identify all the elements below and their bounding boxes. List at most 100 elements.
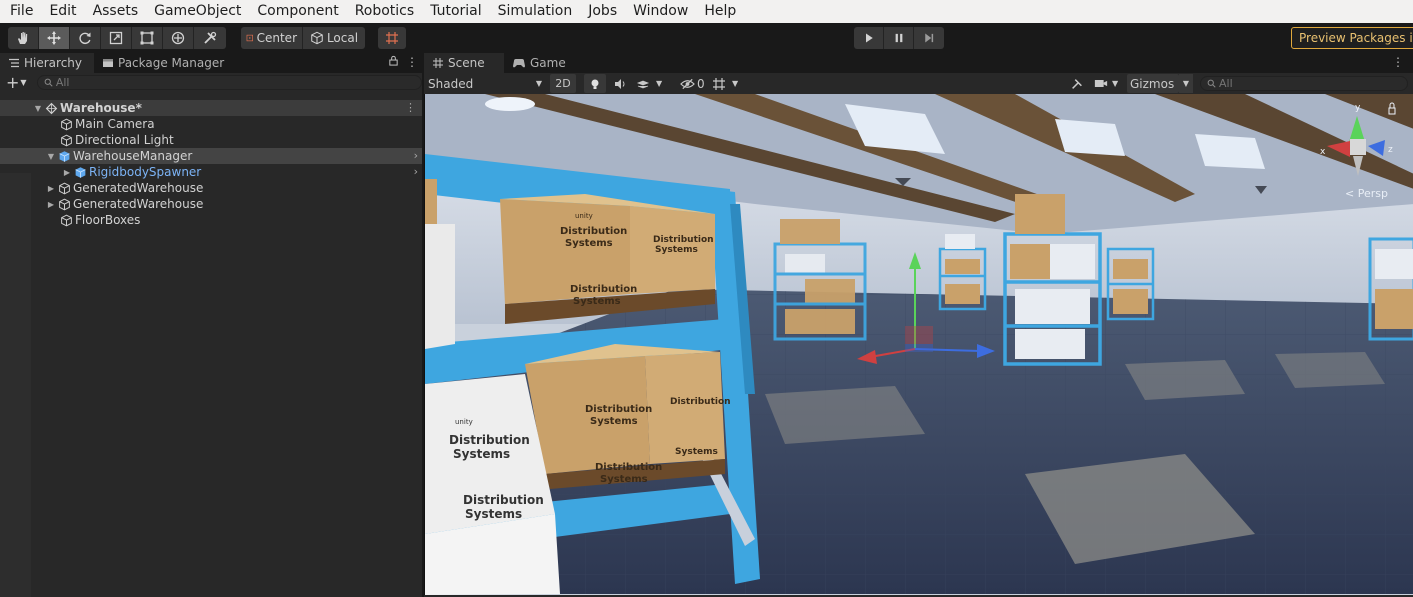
grid-snap-button[interactable] <box>378 27 406 49</box>
scale-tool-button[interactable] <box>101 27 132 49</box>
rotate-tool-button[interactable] <box>70 27 101 49</box>
item-label: RigidbodySpawner <box>89 165 202 179</box>
expand-arrow-icon[interactable]: ▶ <box>62 168 72 177</box>
cardboard-box <box>525 356 650 474</box>
camera-settings-dropdown[interactable]: ▼ <box>1094 74 1124 93</box>
menu-file[interactable]: File <box>2 0 41 23</box>
expand-arrow-icon[interactable]: ▶ <box>46 200 56 209</box>
gizmos-dropdown-arrow[interactable]: ▼ <box>1179 74 1193 93</box>
pivot-local-button[interactable]: Local <box>303 27 365 49</box>
list-item[interactable]: Directional Light <box>0 132 422 148</box>
grid-dropdown[interactable]: ▼ <box>712 74 750 93</box>
scene-menu-kebab-icon[interactable]: ⋮ <box>405 100 416 116</box>
tools-button[interactable] <box>1068 74 1086 93</box>
tab-hierarchy[interactable]: Hierarchy <box>0 53 94 73</box>
menu-jobs[interactable]: Jobs <box>580 0 625 23</box>
effects-dropdown[interactable]: ▼ <box>636 74 676 93</box>
distant-shelf <box>1368 237 1413 341</box>
draw-mode-dropdown[interactable]: Shaded ▼ <box>428 74 546 93</box>
projection-label[interactable]: < Persp <box>1345 187 1388 200</box>
menu-robotics[interactable]: Robotics <box>347 0 423 23</box>
local-cube-icon <box>311 31 323 45</box>
lighting-toggle[interactable] <box>584 74 606 93</box>
tab-game[interactable]: Game <box>504 53 574 73</box>
hierarchy-search-input[interactable] <box>55 76 396 89</box>
hand-tool-button[interactable] <box>8 27 39 49</box>
hidden-objects-toggle[interactable]: 0 <box>680 74 710 93</box>
hierarchy-gutter <box>0 173 31 597</box>
custom-tool-button[interactable] <box>194 27 226 49</box>
list-item[interactable]: ▶ RigidbodySpawner › <box>0 164 422 180</box>
menu-component[interactable]: Component <box>249 0 346 23</box>
play-icon <box>865 33 873 43</box>
lock-icon[interactable] <box>388 55 399 69</box>
chevron-down-icon: ▼ <box>20 78 27 87</box>
pivot-center-button[interactable]: Center <box>241 27 303 49</box>
tab-scene[interactable]: Scene <box>424 53 504 73</box>
eye-slash-icon <box>680 78 695 89</box>
scene-search-input[interactable] <box>1219 77 1399 90</box>
chevron-right-icon[interactable]: › <box>414 148 418 164</box>
playmode-controls <box>854 27 944 49</box>
gizmo-axis-z: z <box>1388 145 1393 155</box>
menu-edit[interactable]: Edit <box>41 0 84 23</box>
gizmo-axis-y: y <box>1355 103 1361 113</box>
list-item[interactable]: FloorBoxes <box>0 212 422 228</box>
distant-shelf <box>1106 247 1155 321</box>
menu-gameobject[interactable]: GameObject <box>146 0 249 23</box>
list-item[interactable]: ▶ GeneratedWarehouse <box>0 180 422 196</box>
rect-tool-button[interactable] <box>132 27 163 49</box>
step-button[interactable] <box>914 27 944 49</box>
play-button[interactable] <box>854 27 884 49</box>
box-label-line2: Systems <box>590 416 638 427</box>
list-item[interactable]: Main Camera <box>0 116 422 132</box>
expand-arrow-icon[interactable]: ▼ <box>46 152 56 161</box>
item-label: FloorBoxes <box>75 213 141 227</box>
pivot-center-label: Center <box>256 31 297 45</box>
audio-toggle[interactable] <box>610 74 630 93</box>
gizmos-label: Gizmos <box>1130 76 1175 91</box>
scene-tabbar: Scene Game ⋮ <box>424 53 1413 73</box>
chevron-right-icon[interactable]: › <box>414 164 418 180</box>
scene-view-toolbar: Shaded ▼ 2D ▼ 0 ▼ ▼ Gizmos ▼ All <box>424 73 1413 94</box>
transform-tool-button[interactable] <box>163 27 194 49</box>
gameobject-cube-icon <box>58 116 74 132</box>
expand-arrow-icon[interactable]: ▼ <box>33 104 43 113</box>
speaker-icon <box>615 78 625 89</box>
menu-simulation[interactable]: Simulation <box>490 0 581 23</box>
box-label-line1: Distribution <box>653 235 714 245</box>
kebab-menu-icon[interactable]: ⋮ <box>406 55 418 69</box>
unity-editor-window: File Edit Assets GameObject Component Ro… <box>0 0 1413 597</box>
warehouse-scene-render: unity Distribution Systems Distribution … <box>425 94 1413 595</box>
grid-snap-icon <box>386 32 398 44</box>
list-item[interactable]: ▼ WarehouseManager › <box>0 148 422 164</box>
menu-help[interactable]: Help <box>696 0 744 23</box>
box-label-brand: unity <box>455 418 473 426</box>
pivot-toggles: Center Local <box>241 27 365 49</box>
menu-tutorial[interactable]: Tutorial <box>422 0 489 23</box>
gameobject-cube-icon <box>58 212 74 228</box>
step-icon <box>925 33 934 43</box>
box-label-line2: Systems <box>655 245 698 255</box>
menu-assets[interactable]: Assets <box>85 0 147 23</box>
list-item[interactable]: ▶ GeneratedWarehouse <box>0 196 422 212</box>
tab-hierarchy-label: Hierarchy <box>24 56 83 70</box>
scene-search-field[interactable] <box>1200 76 1408 91</box>
move-tool-button[interactable] <box>39 27 70 49</box>
scene-panel: Scene Game ⋮ Shaded ▼ 2D ▼ 0 ▼ ▼ Gizmos … <box>424 53 1413 597</box>
mode-2d-button[interactable]: 2D <box>550 74 576 93</box>
preview-packages-button[interactable]: Preview Packages in Use <box>1291 27 1413 49</box>
gizmos-toggle[interactable]: Gizmos <box>1127 74 1179 93</box>
expand-arrow-icon[interactable]: ▶ <box>46 184 56 193</box>
box-label-line2: Systems <box>573 296 621 307</box>
hierarchy-search-field[interactable] <box>36 75 422 90</box>
menu-window[interactable]: Window <box>625 0 696 23</box>
add-object-button[interactable]: + ▼ <box>6 73 32 92</box>
pause-button[interactable] <box>884 27 914 49</box>
camera-icon <box>1094 80 1108 87</box>
kebab-menu-icon[interactable]: ⋮ <box>1392 55 1404 69</box>
tab-package-manager[interactable]: Package Manager <box>94 53 233 73</box>
scene-viewport[interactable]: unity Distribution Systems Distribution … <box>424 94 1413 595</box>
scene-row-warehouse[interactable]: ▼ Warehouse* ⋮ <box>0 100 422 116</box>
gameobject-cube-icon <box>56 180 72 196</box>
